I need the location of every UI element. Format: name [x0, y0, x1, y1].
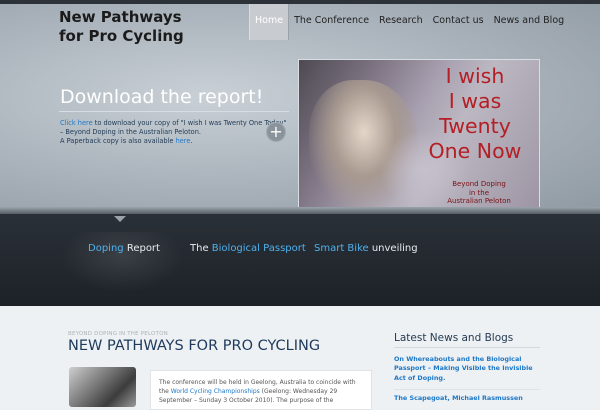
poster-sub-line-1: Beyond Doping: [452, 180, 506, 188]
hero-title: Download the report!: [60, 86, 264, 108]
logo-line-1: New Pathways: [59, 8, 182, 26]
sidebar-title: Latest News and Blogs: [394, 332, 514, 344]
paperback-here-link[interactable]: here: [176, 137, 191, 145]
feature-doping-report[interactable]: Doping Report: [88, 243, 160, 254]
nav-research[interactable]: Research: [374, 4, 428, 40]
poster-sub-line-2: in the: [468, 188, 490, 197]
poster-sub-line-3: Australian Peloton: [447, 197, 511, 205]
nav-the-conference[interactable]: The Conference: [289, 4, 374, 40]
world-cycling-link[interactable]: World Cycling Championships: [171, 388, 260, 395]
feature-2-highlight: Biological Passport: [211, 243, 306, 254]
feature-2-pre: The: [190, 243, 212, 254]
active-feature-glow: [60, 232, 184, 292]
news-divider: [394, 389, 540, 390]
feature-smart-bike[interactable]: Smart Bike unveiling: [314, 243, 418, 254]
news-link[interactable]: On Whereabouts and the Biological Passpo…: [394, 355, 542, 383]
nav-home[interactable]: Home: [249, 4, 290, 40]
feature-1-highlight: Doping: [88, 243, 124, 254]
poster-line-4: One Now: [428, 139, 522, 163]
breadcrumb[interactable]: BEYOND DOPING IN THE PELOTON: [68, 331, 168, 337]
feature-3-highlight: Smart Bike: [314, 243, 369, 254]
feature-biological-passport[interactable]: The Biological Passport: [190, 243, 306, 254]
nav-news-and-blog[interactable]: News and Blog: [489, 4, 570, 40]
poster-line-2: I was: [448, 89, 502, 113]
hero-text-line-3: A Paperback copy is also available: [60, 137, 176, 145]
click-here-link[interactable]: Click here: [60, 119, 93, 127]
hero-text-line-2: – Beyond Doping in the Australian Peloto…: [60, 128, 201, 136]
book-cover-image[interactable]: I wish I was Twenty One Now Beyond Dopin…: [298, 59, 540, 216]
main-nav: Home The Conference Research Contact us …: [249, 4, 569, 40]
hero-text: Click here to download your copy of "I w…: [60, 119, 300, 146]
sidebar-divider: [394, 347, 540, 348]
poster-line-1: I wish: [445, 64, 505, 88]
poster-headline: I wish I was Twenty One Now: [425, 64, 525, 164]
feature-3-rest: unveiling: [368, 243, 418, 254]
site-logo[interactable]: New Pathways for Pro Cycling: [59, 8, 184, 46]
logo-line-2: for Pro Cycling: [59, 27, 184, 45]
feature-1-rest: Report: [123, 243, 160, 254]
page-title: NEW PATHWAYS FOR PRO CYCLING: [68, 338, 321, 354]
hero-text-line-1: to download your copy of "I wish I was T…: [92, 119, 287, 127]
active-slide-pointer: [114, 216, 126, 222]
article-thumbnail: [69, 367, 136, 407]
hero-divider: [59, 111, 289, 112]
news-link[interactable]: The Scapegoat, Michael Rasmussen: [394, 394, 542, 403]
poster-line-3: Twenty: [439, 114, 511, 138]
nav-contact-us[interactable]: Contact us: [428, 4, 489, 40]
plus-icon[interactable]: +: [266, 122, 286, 142]
article-body: The conference will be held in Geelong, …: [159, 378, 364, 405]
hero-text-period: .: [190, 137, 193, 145]
poster-subtitle: Beyond Doping in the Australian Peloton: [429, 180, 529, 206]
